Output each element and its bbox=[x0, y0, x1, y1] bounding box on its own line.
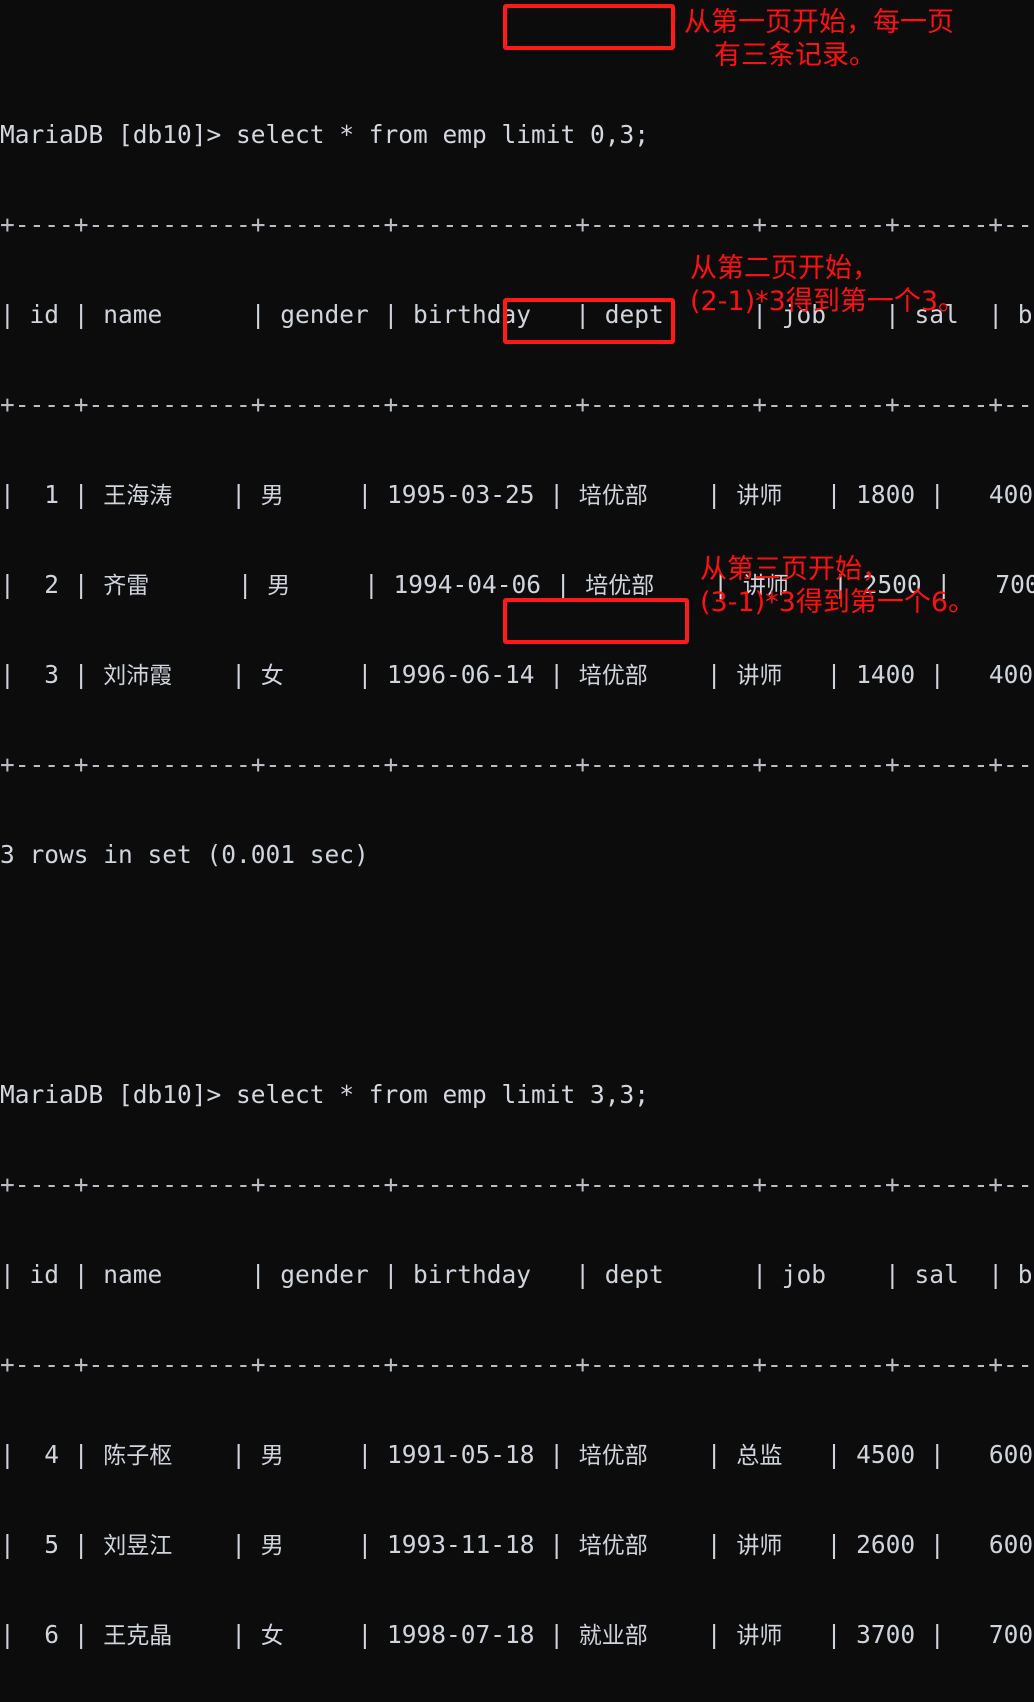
table-header-2: | id | name | gender | birthday | dept |… bbox=[0, 1260, 1034, 1289]
table-row: | 6 | 王克晶 | 女 | 1998-07-18 | 就业部 | 讲师 | … bbox=[0, 1620, 1034, 1649]
terminal-window: MariaDB [db10]> select * from emp limit … bbox=[0, 0, 1034, 1649]
cjk-text: 刘沛霞 bbox=[103, 663, 173, 689]
annotation-text-1: 从第一页开始，每一页 有三条记录。 bbox=[684, 6, 954, 72]
prompt-1: MariaDB [db10]> bbox=[0, 120, 237, 149]
table-row: | 4 | 陈子枢 | 男 | 1991-05-18 | 培优部 | 总监 | … bbox=[0, 1440, 1034, 1469]
query-2: select * from emp bbox=[236, 1080, 502, 1109]
result-status-1: 3 rows in set (0.001 sec) bbox=[0, 840, 369, 869]
cjk-text: 讲师 bbox=[736, 663, 783, 689]
cjk-text: 培优部 bbox=[578, 1443, 648, 1469]
cjk-text: 女 bbox=[260, 663, 284, 689]
cjk-text: 刘昱江 bbox=[103, 1533, 173, 1559]
cjk-text: 男 bbox=[260, 1443, 284, 1469]
cjk-text: 讲师 bbox=[742, 573, 789, 599]
table-bottom-rule-1: +----+-----------+--------+------------+… bbox=[0, 750, 1034, 779]
cjk-text: 总监 bbox=[736, 1443, 783, 1469]
annotation-2-line-1: 从第二页开始， bbox=[690, 253, 879, 284]
limit-highlight-box-3 bbox=[503, 598, 689, 644]
cjk-text: 王海涛 bbox=[103, 483, 173, 509]
cjk-text: 王克晶 bbox=[103, 1623, 173, 1649]
table-top-rule-1: +----+-----------+--------+------------+… bbox=[0, 210, 1034, 239]
command-line-2[interactable]: MariaDB [db10]> select * from emp limit … bbox=[0, 1080, 1034, 1110]
limit-clause-2: limit 3,3; bbox=[501, 1080, 650, 1109]
cjk-text: 培优部 bbox=[578, 483, 648, 509]
cjk-text: 讲师 bbox=[736, 1533, 783, 1559]
cjk-text: 讲师 bbox=[736, 1623, 783, 1649]
command-line-1[interactable]: MariaDB [db10]> select * from emp limit … bbox=[0, 120, 1034, 150]
cjk-text: 就业部 bbox=[578, 1623, 648, 1649]
limit-highlight-box-1 bbox=[503, 4, 675, 50]
table-header-rule-2: +----+-----------+--------+------------+… bbox=[0, 1350, 1034, 1379]
table-row: | 2 | 齐雷 | 男 | 1994-04-06 | 培优部 | 讲师 | 2… bbox=[0, 570, 1034, 599]
query-1: select * from emp bbox=[236, 120, 502, 149]
table-header-1: | id | name | gender | birthday | dept |… bbox=[0, 300, 1034, 329]
cjk-text: 培优部 bbox=[578, 1533, 648, 1559]
cjk-text: 齐雷 bbox=[103, 573, 150, 599]
table-row: | 3 | 刘沛霞 | 女 | 1996-06-14 | 培优部 | 讲师 | … bbox=[0, 660, 1034, 689]
cjk-text: 陈子枢 bbox=[103, 1443, 173, 1469]
annotation-1-line-2: 有三条记录。 bbox=[714, 40, 876, 71]
cjk-text: 讲师 bbox=[736, 483, 783, 509]
cjk-text: 男 bbox=[260, 483, 284, 509]
limit-clause-1: limit 0,3; bbox=[501, 120, 650, 149]
table-header-rule-1: +----+-----------+--------+------------+… bbox=[0, 390, 1034, 419]
table-row: | 1 | 王海涛 | 男 | 1995-03-25 | 培优部 | 讲师 | … bbox=[0, 480, 1034, 509]
table-top-rule-2: +----+-----------+--------+------------+… bbox=[0, 1170, 1034, 1199]
cjk-text: 培优部 bbox=[585, 573, 655, 599]
cjk-text: 男 bbox=[267, 573, 291, 599]
table-row: | 5 | 刘昱江 | 男 | 1993-11-18 | 培优部 | 讲师 | … bbox=[0, 1530, 1034, 1559]
prompt-2: MariaDB [db10]> bbox=[0, 1080, 237, 1109]
annotation-1-line-1: 从第一页开始，每一页 bbox=[684, 7, 954, 38]
cjk-text: 培优部 bbox=[578, 663, 648, 689]
cjk-text: 女 bbox=[260, 1623, 284, 1649]
cjk-text: 男 bbox=[260, 1533, 284, 1559]
